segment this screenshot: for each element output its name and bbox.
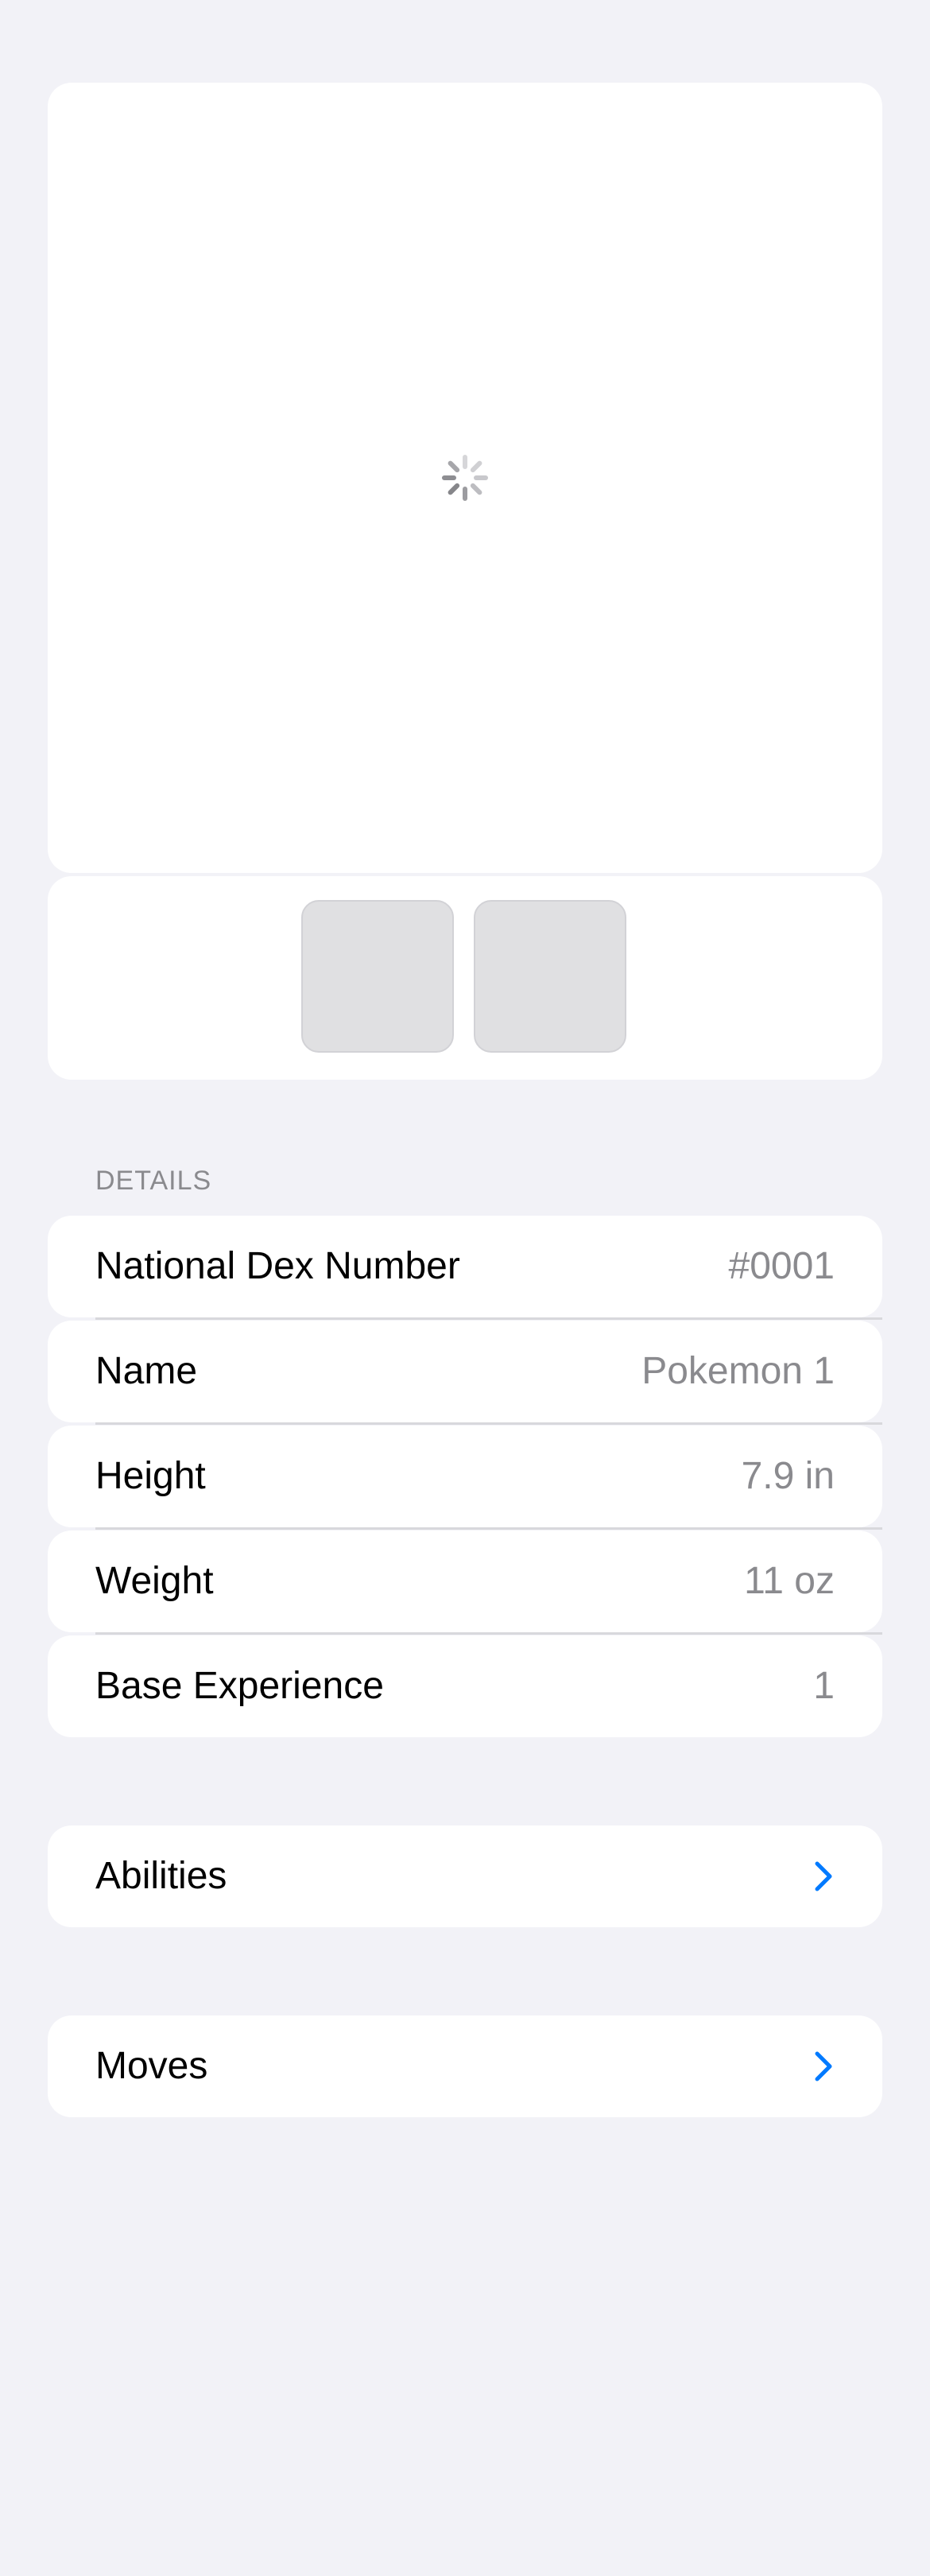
row-separator bbox=[95, 1527, 882, 1530]
details-section-header: DETAILS bbox=[95, 1166, 212, 1196]
sprite-thumbnail-1[interactable] bbox=[301, 900, 454, 1053]
row-separator bbox=[95, 1422, 882, 1425]
moves-nav-row[interactable]: Moves bbox=[48, 2015, 882, 2117]
sprite-thumbnails-card bbox=[48, 876, 882, 1080]
detail-value: 11 oz bbox=[744, 1560, 835, 1602]
detail-label: Weight bbox=[95, 1560, 214, 1602]
loading-spinner-icon bbox=[442, 455, 488, 501]
chevron-right-icon bbox=[815, 2051, 832, 2081]
detail-label: National Dex Number bbox=[95, 1245, 460, 1287]
detail-row-base-experience: Base Experience 1 bbox=[48, 1635, 882, 1737]
row-separator bbox=[95, 1317, 882, 1320]
detail-row-national-dex-number: National Dex Number #0001 bbox=[48, 1216, 882, 1317]
detail-label: Name bbox=[95, 1350, 198, 1392]
sprite-thumbnail-2[interactable] bbox=[474, 900, 626, 1053]
abilities-nav-row[interactable]: Abilities bbox=[48, 1825, 882, 1927]
detail-label: Height bbox=[95, 1455, 206, 1497]
detail-value: 1 bbox=[813, 1665, 835, 1707]
detail-value: #0001 bbox=[728, 1245, 835, 1287]
detail-value: Pokemon 1 bbox=[641, 1350, 835, 1392]
abilities-label: Abilities bbox=[95, 1855, 227, 1897]
chevron-right-icon bbox=[815, 1861, 832, 1891]
moves-label: Moves bbox=[95, 2045, 208, 2087]
detail-row-height: Height 7.9 in bbox=[48, 1426, 882, 1527]
row-separator bbox=[95, 1632, 882, 1635]
detail-value: 7.9 in bbox=[741, 1455, 835, 1497]
sprite-image-card bbox=[48, 83, 882, 873]
detail-row-weight: Weight 11 oz bbox=[48, 1530, 882, 1632]
detail-row-name: Name Pokemon 1 bbox=[48, 1321, 882, 1422]
detail-label: Base Experience bbox=[95, 1665, 384, 1707]
